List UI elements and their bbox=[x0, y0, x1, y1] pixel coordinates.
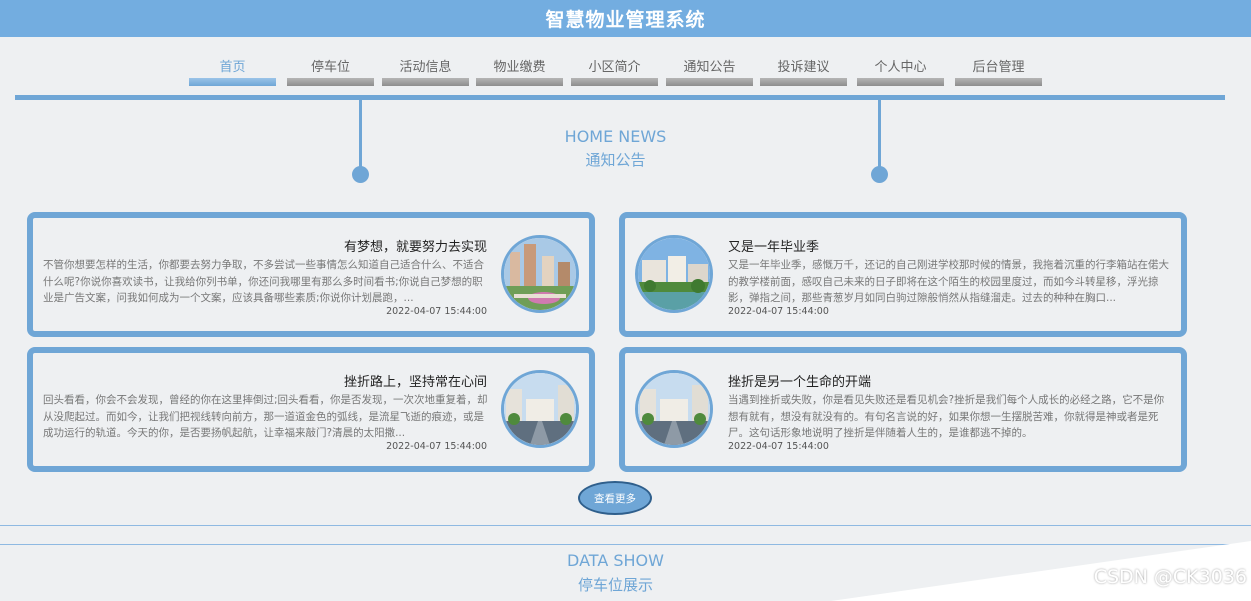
nav-item-label: 小区简介 bbox=[588, 60, 641, 75]
nav-item-notices[interactable]: 通知公告 bbox=[666, 48, 753, 86]
nav-underline bbox=[287, 78, 374, 86]
nav-underline bbox=[666, 78, 753, 86]
nav-underline bbox=[382, 78, 469, 86]
news-section-title-en: HOME NEWS bbox=[564, 127, 667, 146]
news-section-title-cn: 通知公告 bbox=[585, 151, 646, 169]
site-title: 智慧物业管理系统 bbox=[545, 9, 706, 31]
nav-underline bbox=[476, 78, 563, 86]
section-divider bbox=[15, 95, 1225, 100]
nav-item-label: 通知公告 bbox=[683, 60, 736, 75]
nav-underline bbox=[857, 78, 944, 86]
news-date: 2022-04-07 15:44:00 bbox=[386, 306, 487, 317]
nav-item-label: 物业缴费 bbox=[493, 60, 546, 75]
nav-item-user-center[interactable]: 个人中心 bbox=[857, 48, 944, 86]
nav-underline bbox=[955, 78, 1042, 86]
nav-item-property-fee[interactable]: 物业缴费 bbox=[476, 48, 563, 86]
news-title: 又是一年毕业季 bbox=[728, 240, 820, 255]
news-excerpt: 当遇到挫折或失败，你是看见失败还是看见机会?挫折是我们每个人成长的必经之路，它不… bbox=[728, 394, 1165, 439]
site-header: 智慧物业管理系统 bbox=[0, 0, 1251, 37]
news-excerpt: 回头看看，你会不会发现，曾经的你在这里摔倒过;回头看看，你是否发现，一次次地重复… bbox=[43, 394, 488, 439]
nav-item-admin[interactable]: 后台管理 bbox=[955, 48, 1042, 86]
news-title: 有梦想，就要努力去实现 bbox=[343, 240, 487, 255]
nav-underline bbox=[760, 78, 847, 86]
news-card[interactable]: 挫折是另一个生命的开端 当遇到挫折或失败，你是看见失败还是看见机会?挫折是我们每… bbox=[619, 347, 1187, 472]
nav-item-label: 停车位 bbox=[310, 60, 350, 75]
view-more-button[interactable]: 查看更多 bbox=[578, 481, 652, 515]
data-section-title-en: DATA SHOW bbox=[567, 551, 664, 570]
news-thumbnail-image bbox=[501, 370, 579, 448]
news-thumbnail-image bbox=[635, 235, 713, 313]
data-section-title-cn: 停车位展示 bbox=[577, 576, 653, 594]
news-thumbnail-image bbox=[635, 370, 713, 448]
news-title: 挫折路上，坚持常在心间 bbox=[343, 375, 487, 390]
news-card[interactable]: 有梦想，就要努力去实现 不管你想要怎样的生活，你都要去努力争取，不多尝试一些事情… bbox=[27, 212, 595, 337]
nav-item-activities[interactable]: 活动信息 bbox=[382, 48, 469, 86]
news-excerpt: 不管你想要怎样的生活，你都要去努力争取，不多尝试一些事情怎么知道自己适合什么、不… bbox=[43, 259, 484, 304]
news-excerpt: 又是一年毕业季，感慨万千，还记的自己刚进学校那时候的情景，我拖着沉重的行李箱站在… bbox=[728, 259, 1169, 304]
nav-item-home[interactable]: 首页 bbox=[189, 48, 276, 86]
nav-item-community-intro[interactable]: 小区简介 bbox=[571, 48, 658, 86]
news-date: 2022-04-07 15:44:00 bbox=[728, 441, 829, 452]
nav-item-label: 后台管理 bbox=[972, 60, 1025, 75]
nav-item-complaints[interactable]: 投诉建议 bbox=[760, 48, 847, 86]
nav-item-label: 投诉建议 bbox=[777, 60, 830, 75]
watermark-text: CSDN @CK3036 bbox=[1093, 566, 1247, 588]
nav-underline bbox=[189, 78, 276, 86]
nav-item-label: 首页 bbox=[219, 60, 246, 75]
news-card[interactable]: 又是一年毕业季 又是一年毕业季，感慨万千，还记的自己刚进学校那时候的情景，我拖着… bbox=[619, 212, 1187, 337]
news-thumbnail-image bbox=[501, 235, 579, 313]
nav-underline bbox=[571, 78, 658, 86]
news-card[interactable]: 挫折路上，坚持常在心间 回头看看，你会不会发现，曾经的你在这里摔倒过;回头看看，… bbox=[27, 347, 595, 472]
news-date: 2022-04-07 15:44:00 bbox=[728, 306, 829, 317]
nav-item-parking[interactable]: 停车位 bbox=[287, 48, 374, 86]
news-title: 挫折是另一个生命的开端 bbox=[728, 375, 872, 390]
nav-item-label: 活动信息 bbox=[399, 60, 452, 75]
nav-item-label: 个人中心 bbox=[874, 60, 927, 75]
news-date: 2022-04-07 15:44:00 bbox=[386, 441, 487, 452]
divider-line bbox=[0, 525, 1251, 526]
